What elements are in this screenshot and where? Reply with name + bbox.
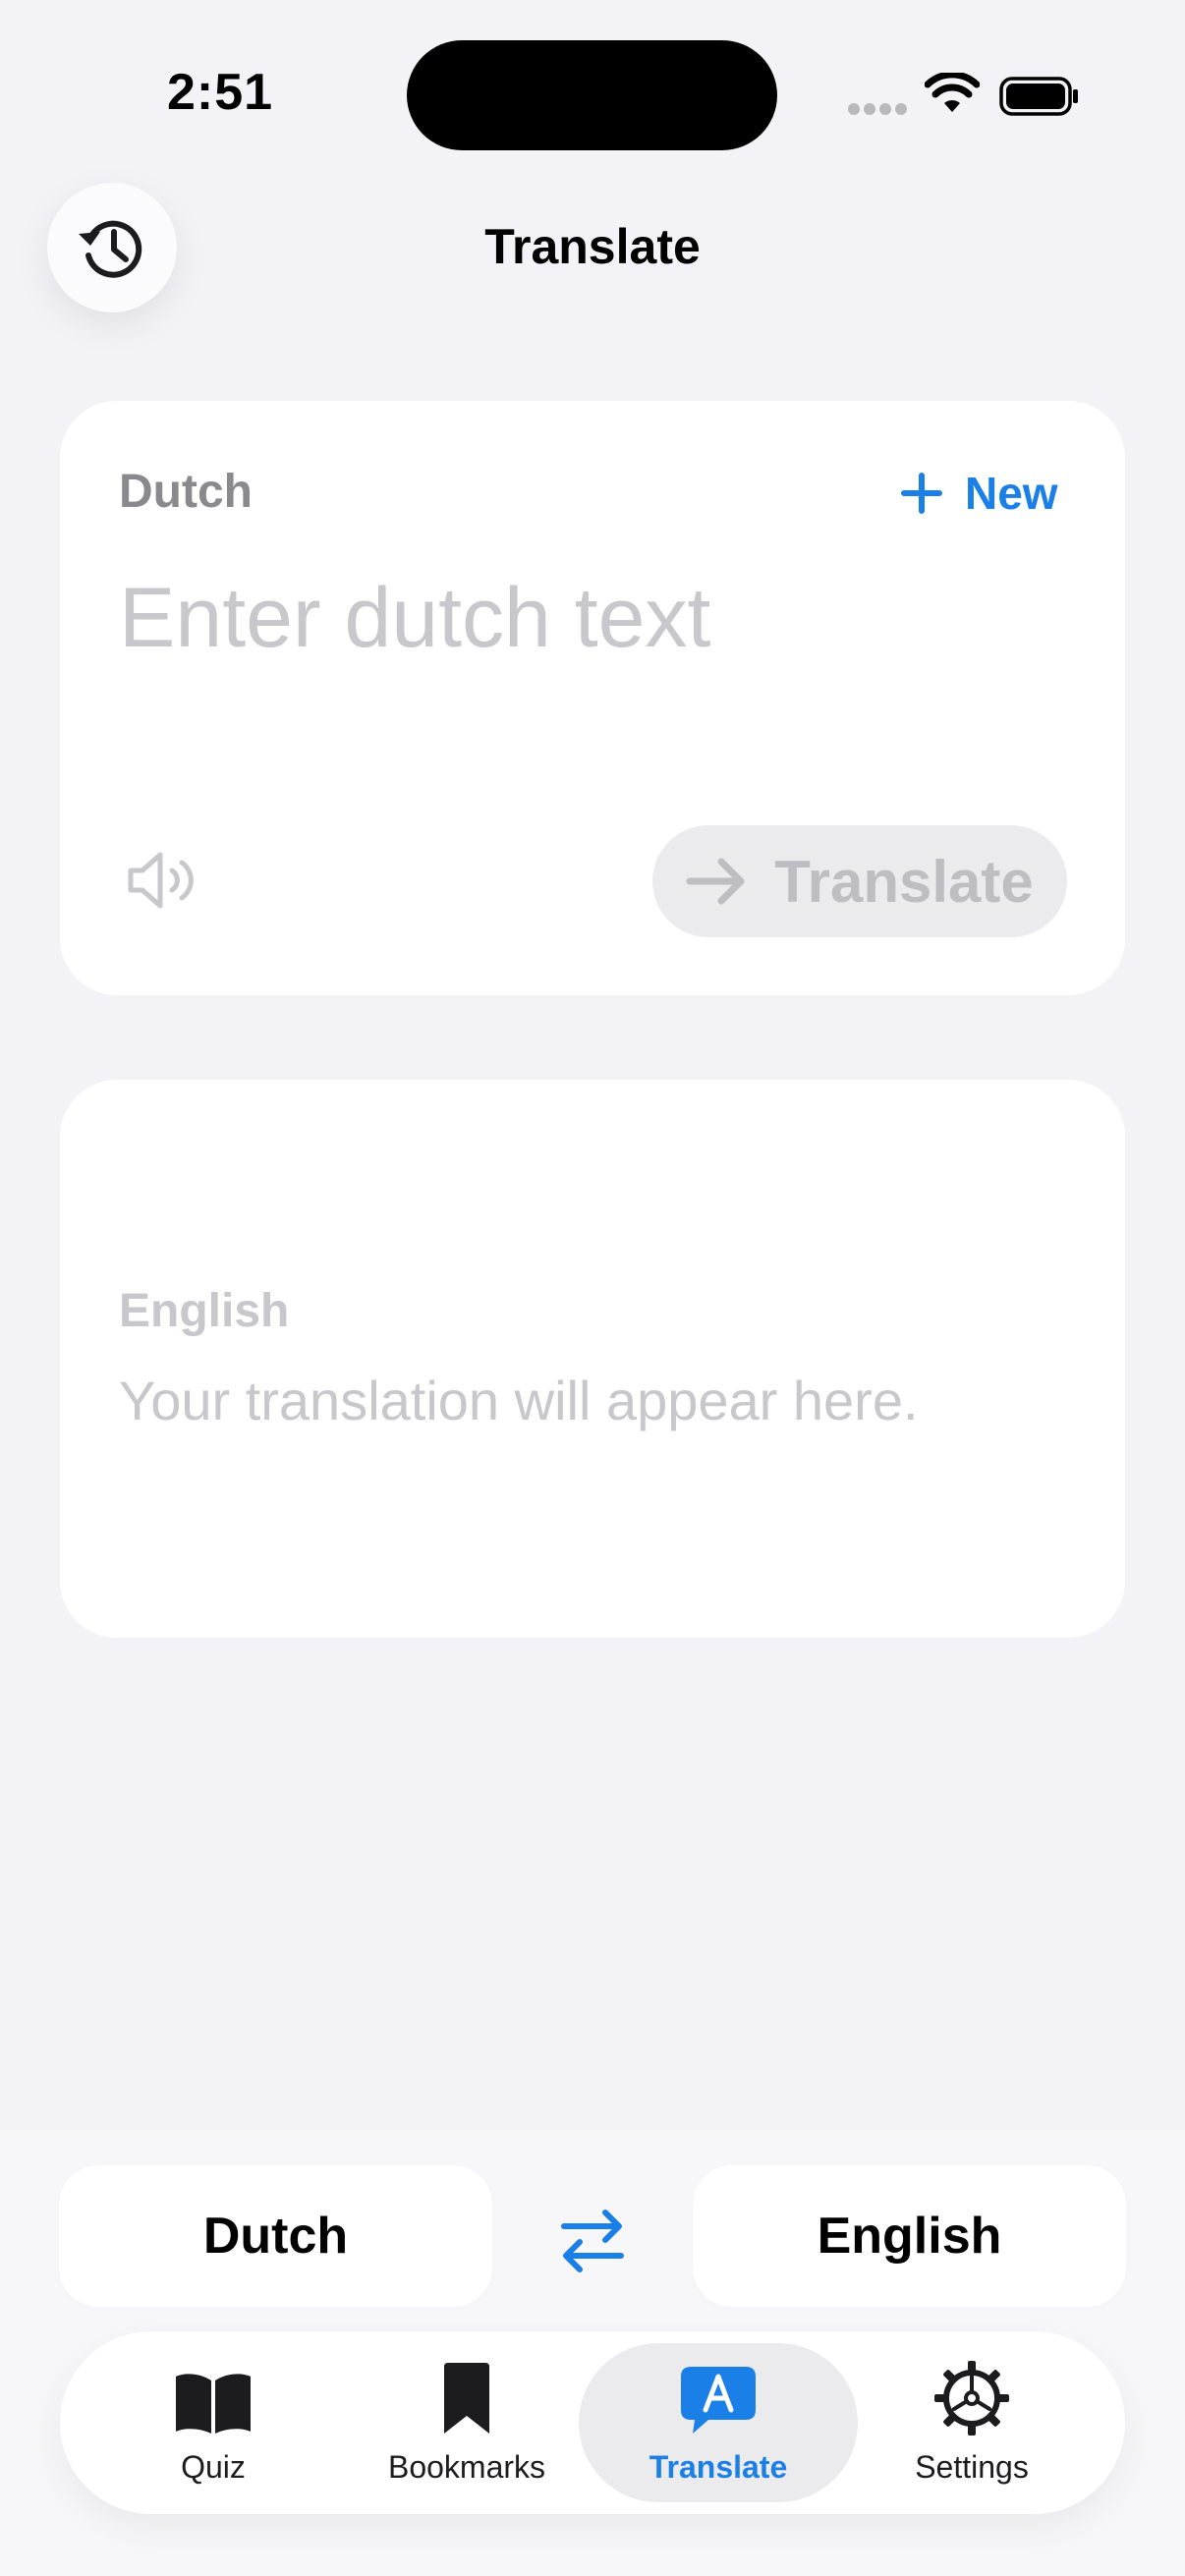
swap-languages-icon[interactable]: [556, 2205, 629, 2277]
tab-quiz-label: Quiz: [181, 2448, 246, 2485]
result-card: English Your translation will appear her…: [60, 1080, 1125, 1638]
battery-icon: [999, 77, 1078, 116]
translate-button-label: Translate: [774, 848, 1034, 915]
cellular-signal-icon: [848, 103, 907, 115]
arrow-right-icon: [686, 858, 745, 905]
dynamic-island: [407, 40, 777, 150]
translation-placeholder: Your translation will appear here.: [119, 1370, 919, 1431]
tab-bar: Quiz Bookmarks Translate Settings: [60, 2331, 1125, 2514]
wifi-icon: [925, 73, 980, 112]
book-icon: [176, 2373, 251, 2434]
new-button[interactable]: New: [900, 462, 1058, 525]
new-button-label: New: [965, 468, 1058, 519]
plus-icon: [901, 473, 942, 514]
target-language-selector[interactable]: English: [693, 2165, 1126, 2307]
source-language-label: Dutch: [119, 466, 253, 518]
source-language-selector[interactable]: Dutch: [59, 2165, 492, 2307]
source-text-input[interactable]: [119, 570, 1062, 667]
tab-bookmarks[interactable]: Bookmarks: [359, 2331, 575, 2514]
source-card: Dutch New Translate: [60, 401, 1125, 995]
tab-translate-label: Translate: [649, 2448, 788, 2485]
target-language-label: English: [119, 1285, 290, 1337]
speaker-icon[interactable]: [125, 849, 199, 912]
gear-icon: [934, 2360, 1009, 2436]
translate-bubble-icon: [681, 2366, 756, 2434]
status-time: 2:51: [167, 64, 274, 121]
tab-bookmarks-label: Bookmarks: [387, 2448, 546, 2485]
bookmark-icon: [444, 2362, 489, 2434]
tab-translate[interactable]: Translate: [579, 2343, 858, 2502]
page-title: Translate: [484, 219, 701, 274]
translate-button[interactable]: Translate: [652, 825, 1067, 937]
tab-settings-label: Settings: [915, 2448, 1029, 2485]
tab-settings[interactable]: Settings: [862, 2331, 1082, 2514]
tab-quiz[interactable]: Quiz: [115, 2331, 311, 2514]
